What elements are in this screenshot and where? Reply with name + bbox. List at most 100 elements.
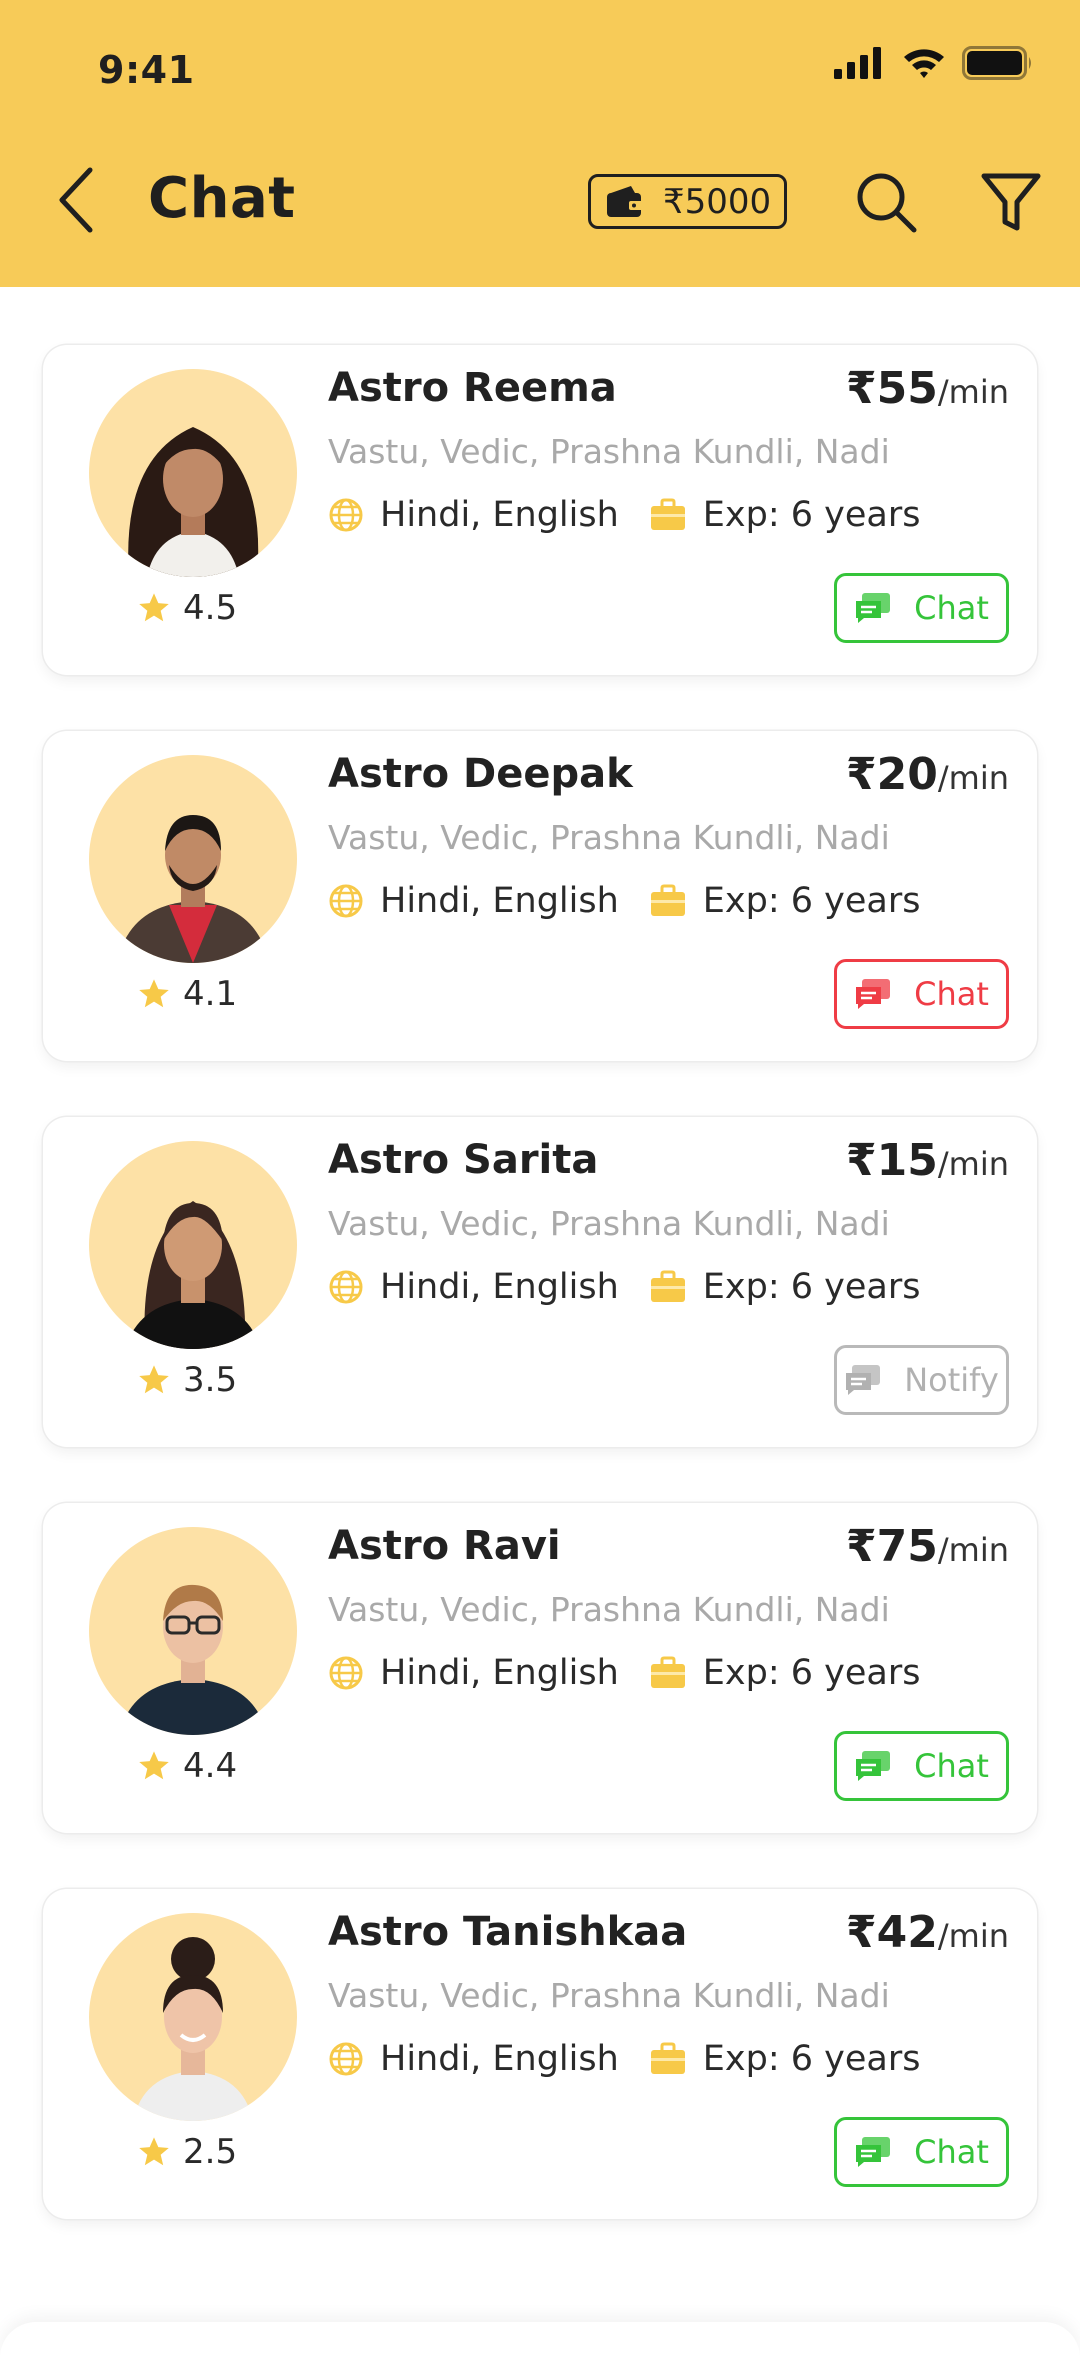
price-unit: /min <box>937 1917 1009 1955</box>
avatar <box>89 369 297 577</box>
chat-button[interactable]: Chat <box>834 573 1009 643</box>
price-unit: /min <box>937 1145 1009 1183</box>
meta-row: Hindi, English Exp: 6 years <box>328 881 920 921</box>
status-icons <box>834 46 1034 80</box>
meta-row: Hindi, English Exp: 6 years <box>328 1267 920 1307</box>
experience-text: Exp: 6 years <box>702 495 921 535</box>
rating-value: 4.1 <box>183 974 238 1014</box>
experience: Exp: 6 years <box>649 495 921 535</box>
rating: 4.1 <box>137 974 237 1014</box>
experience: Exp: 6 years <box>649 1653 921 1693</box>
astrologer-name: Astro Tanishkaa <box>328 1909 688 1955</box>
languages-text: Hindi, English <box>380 495 619 535</box>
rating: 4.4 <box>137 1746 237 1786</box>
avatar <box>89 755 297 963</box>
briefcase-icon <box>650 1656 685 1688</box>
astrologer-name: Astro Ravi <box>328 1523 561 1569</box>
wifi-icon <box>904 49 944 78</box>
wallet-amount: ₹5000 <box>663 181 772 222</box>
skills-text: Vastu, Vedic, Prashna Kundli, Nadi <box>328 1590 890 1629</box>
languages-text: Hindi, English <box>380 1653 619 1693</box>
signal-icon <box>834 47 881 79</box>
skills-text: Vastu, Vedic, Prashna Kundli, Nadi <box>328 1204 890 1243</box>
chat-icon <box>856 2137 891 2167</box>
rating-value: 3.5 <box>183 1360 238 1400</box>
price-amount: ₹15 <box>846 1135 938 1186</box>
filter-button[interactable] <box>980 170 1042 236</box>
wallet-icon <box>607 185 643 217</box>
price-unit: /min <box>937 759 1009 797</box>
star-icon <box>139 2137 169 2166</box>
meta-row: Hindi, English Exp: 6 years <box>328 2039 920 2079</box>
globe-icon <box>329 1270 363 1304</box>
languages-text: Hindi, English <box>380 2039 619 2079</box>
meta-row: Hindi, English Exp: 6 years <box>328 495 920 535</box>
notify-button[interactable]: Notify <box>834 1345 1009 1415</box>
astrologer-card[interactable]: 4.4 Astro Ravi ₹75 /min Vastu, Vedic, Pr… <box>43 1503 1037 1833</box>
chat-button[interactable]: Chat <box>834 959 1009 1029</box>
experience-text: Exp: 6 years <box>702 1653 921 1693</box>
languages: Hindi, English <box>328 1267 619 1307</box>
globe-icon <box>329 2042 363 2076</box>
avatar <box>89 1913 297 2121</box>
astrologer-card[interactable]: 4.5 Astro Reema ₹55 /min Vastu, Vedic, P… <box>43 345 1037 675</box>
astrologer-name: Astro Deepak <box>328 751 633 797</box>
price-amount: ₹20 <box>846 749 938 800</box>
chat-button[interactable]: Chat <box>834 2117 1009 2187</box>
wallet-balance-button[interactable]: ₹5000 <box>588 174 787 229</box>
back-button[interactable] <box>48 162 104 238</box>
languages: Hindi, English <box>328 2039 619 2079</box>
star-icon <box>139 1751 169 1780</box>
search-icon <box>857 173 917 233</box>
price: ₹15 /min <box>846 1135 1009 1186</box>
languages: Hindi, English <box>328 881 619 921</box>
star-icon <box>139 1365 169 1394</box>
experience-text: Exp: 6 years <box>702 881 921 921</box>
star-icon <box>139 593 169 622</box>
globe-icon <box>329 1656 363 1690</box>
price-amount: ₹75 <box>846 1521 938 1572</box>
chat-button-label: Chat <box>914 975 989 1013</box>
chat-button-label: Chat <box>914 2133 989 2171</box>
skills-text: Vastu, Vedic, Prashna Kundli, Nadi <box>328 1976 890 2015</box>
rating: 2.5 <box>137 2132 237 2172</box>
rating-value: 2.5 <box>183 2132 238 2172</box>
avatar <box>89 1527 297 1735</box>
price-amount: ₹42 <box>846 1907 938 1958</box>
page-title: Chat <box>148 166 296 231</box>
experience: Exp: 6 years <box>649 881 921 921</box>
battery-icon <box>962 46 1031 80</box>
avatar <box>89 1141 297 1349</box>
astrologer-card[interactable]: 2.5 Astro Tanishkaa ₹42 /min Vastu, Vedi… <box>43 1889 1037 2219</box>
astrologer-card[interactable]: 3.5 Astro Sarita ₹15 /min Vastu, Vedic, … <box>43 1117 1037 1447</box>
chat-button[interactable]: Chat <box>834 1731 1009 1801</box>
price-unit: /min <box>937 373 1009 411</box>
notify-button-label: Notify <box>904 1361 999 1399</box>
experience: Exp: 6 years <box>649 1267 921 1307</box>
languages: Hindi, English <box>328 495 619 535</box>
languages-text: Hindi, English <box>380 1267 619 1307</box>
experience-text: Exp: 6 years <box>702 1267 921 1307</box>
filter-icon <box>981 173 1041 231</box>
languages-text: Hindi, English <box>380 881 619 921</box>
meta-row: Hindi, English Exp: 6 years <box>328 1653 920 1693</box>
astrologer-name: Astro Reema <box>328 365 617 411</box>
briefcase-icon <box>650 1270 685 1302</box>
globe-icon <box>329 498 363 532</box>
price: ₹75 /min <box>846 1521 1009 1572</box>
search-button[interactable] <box>854 170 920 236</box>
star-icon <box>139 979 169 1008</box>
price: ₹55 /min <box>846 363 1009 414</box>
briefcase-icon <box>650 884 685 916</box>
skills-text: Vastu, Vedic, Prashna Kundli, Nadi <box>328 818 890 857</box>
chat-icon <box>856 593 891 623</box>
experience: Exp: 6 years <box>649 2039 921 2079</box>
briefcase-icon <box>650 498 685 530</box>
chat-icon <box>856 1751 891 1781</box>
skills-text: Vastu, Vedic, Prashna Kundli, Nadi <box>328 432 890 471</box>
price: ₹42 /min <box>846 1907 1009 1958</box>
astrologer-card[interactable]: 4.1 Astro Deepak ₹20 /min Vastu, Vedic, … <box>43 731 1037 1061</box>
experience-text: Exp: 6 years <box>702 2039 921 2079</box>
globe-icon <box>329 884 363 918</box>
briefcase-icon <box>650 2042 685 2074</box>
